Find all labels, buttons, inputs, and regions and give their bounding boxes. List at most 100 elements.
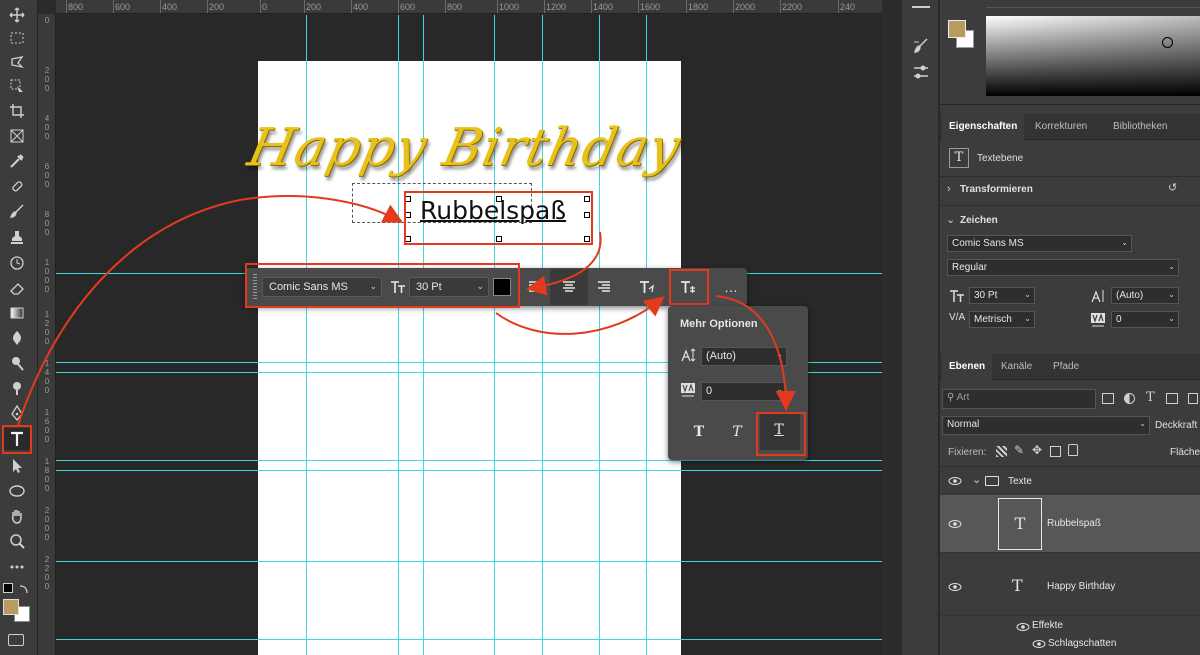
crop-tool-icon[interactable] <box>4 100 30 122</box>
stamp-tool-icon[interactable] <box>4 226 30 248</box>
ruler-label: 1 6 0 0 <box>44 408 50 444</box>
properties-font-size-select[interactable]: 30 Pt ⌄ <box>969 287 1035 304</box>
text-warp-icon[interactable] <box>635 276 659 298</box>
eye-icon[interactable] <box>948 476 962 486</box>
picker-cursor[interactable] <box>1162 37 1173 48</box>
font-size-value: 30 Pt <box>974 290 998 301</box>
faux-italic-icon[interactable]: T <box>726 424 748 444</box>
chevron-down-icon: ⌄ <box>1024 290 1031 299</box>
healing-brush-tool-icon[interactable] <box>4 175 30 197</box>
layer-row-selected[interactable]: T Rubbelspaß <box>940 495 1200 553</box>
vertical-ruler: 0 2 0 0 4 0 0 6 0 0 8 0 0 1 0 0 0 1 2 0 … <box>38 14 56 655</box>
layer-row-group[interactable]: ⌄ Texte <box>940 466 1200 494</box>
faux-bold-icon[interactable]: T <box>688 424 710 444</box>
drop-shadow-label[interactable]: Schlagschatten <box>1048 638 1116 649</box>
blend-mode-select[interactable]: Normal ⌄ <box>942 416 1150 435</box>
color-picker-field[interactable] <box>986 16 1200 96</box>
filter-smart-icon[interactable] <box>1188 393 1198 404</box>
ellipse-tool-icon[interactable] <box>4 480 30 502</box>
tracking-select[interactable]: 0 ⌄ <box>701 382 787 401</box>
guide-line <box>56 460 882 461</box>
brush-panel-icon[interactable] <box>911 36 931 56</box>
history-panel-icon[interactable] <box>912 0 930 8</box>
kerning-select[interactable]: Metrisch ⌄ <box>969 311 1035 328</box>
eyedropper-tool-icon[interactable] <box>4 150 30 172</box>
path-select-tool-icon[interactable] <box>4 455 30 477</box>
align-left-icon[interactable] <box>523 276 547 298</box>
brush-tool-icon[interactable] <box>4 200 30 222</box>
zoom-tool-icon[interactable] <box>4 530 30 552</box>
leading-value: (Auto) <box>706 350 736 362</box>
pen-tool-icon[interactable] <box>4 402 30 424</box>
marquee-tool-icon[interactable] <box>4 27 30 49</box>
filter-text-icon[interactable]: T <box>1146 390 1155 405</box>
properties-font-family-select[interactable]: Comic Sans MS ⌄ <box>947 235 1132 252</box>
lock-all-icon[interactable] <box>1068 444 1078 456</box>
tab-korrekturen[interactable]: Korrekturen <box>1028 114 1094 140</box>
lock-pixels-icon[interactable] <box>996 446 1007 457</box>
layer-filter-select[interactable]: ⚲ Art <box>942 389 1096 409</box>
properties-leading-select[interactable]: (Auto) ⌄ <box>1111 287 1179 304</box>
layer-row[interactable]: T Happy Birthday <box>940 554 1200 616</box>
tab-kanaele[interactable]: Kanäle <box>994 354 1039 380</box>
frame-tool-icon[interactable] <box>4 125 30 147</box>
chevron-down-icon[interactable]: ⌄ <box>972 473 981 486</box>
more-tools-icon[interactable] <box>4 556 30 578</box>
lock-artboard-icon[interactable] <box>1050 446 1061 457</box>
foreground-color-swatch[interactable] <box>3 599 19 615</box>
opacity-label: Deckkraft <box>1155 420 1198 431</box>
dodge-tool-icon[interactable] <box>4 352 30 374</box>
font-style-select[interactable]: Regular ⌄ <box>947 259 1179 276</box>
tab-pfade[interactable]: Pfade <box>1046 354 1086 380</box>
adjustments-panel-icon[interactable] <box>911 62 931 82</box>
eraser-tool-icon[interactable] <box>4 277 30 299</box>
gradient-tool-icon[interactable] <box>4 302 30 324</box>
font-size-icon <box>949 288 965 304</box>
happy-birthday-text-layer[interactable]: Happy Birthday <box>241 118 686 188</box>
filter-image-icon[interactable] <box>1102 393 1114 404</box>
panel-icon-column <box>901 0 939 655</box>
foreground-color-chip[interactable] <box>948 20 966 38</box>
lock-brush-icon[interactable]: ✎ <box>1014 443 1024 457</box>
properties-tracking-select[interactable]: 0 ⌄ <box>1111 311 1179 328</box>
type-tool-highlight <box>2 425 32 454</box>
eye-icon[interactable] <box>1032 639 1046 649</box>
font-family-value: Comic Sans MS <box>952 238 1024 249</box>
object-select-tool-icon[interactable] <box>4 75 30 97</box>
burn-tool-icon[interactable] <box>4 377 30 399</box>
eye-icon[interactable] <box>948 519 962 529</box>
smudge-tool-icon[interactable] <box>4 327 30 349</box>
transform-label: Transformieren <box>960 184 1033 195</box>
default-colors-icon[interactable] <box>3 583 13 593</box>
tracking-icon <box>680 382 696 398</box>
hand-tool-icon[interactable] <box>4 505 30 527</box>
lasso-tool-icon[interactable] <box>4 51 30 73</box>
eye-icon[interactable] <box>1016 622 1030 632</box>
ruler-label: 1800 <box>688 2 709 12</box>
tracking-icon <box>1090 312 1106 328</box>
leading-value: (Auto) <box>1116 290 1144 301</box>
quick-mask-icon[interactable] <box>8 634 24 646</box>
blend-mode-value: Normal <box>947 419 980 430</box>
transform-section[interactable]: › Transformieren ↺ <box>940 176 1200 200</box>
reset-icon[interactable]: ↺ <box>1168 181 1177 194</box>
align-center-icon[interactable] <box>557 276 581 298</box>
swap-colors-icon[interactable] <box>18 582 30 594</box>
color-panel-top-bar <box>986 0 1200 8</box>
chevron-down-icon: ⌄ <box>776 350 783 359</box>
tab-ebenen[interactable]: Ebenen <box>942 354 993 380</box>
filter-adjustment-icon[interactable] <box>1124 393 1135 404</box>
eye-icon[interactable] <box>948 582 962 592</box>
leading-select[interactable]: (Auto) ⌄ <box>701 347 787 366</box>
ruler-label: 0 <box>262 2 268 12</box>
chevron-down-icon[interactable]: ⌄ <box>946 213 955 226</box>
history-brush-tool-icon[interactable] <box>4 252 30 274</box>
ellipsis-icon[interactable]: … <box>719 276 743 298</box>
tab-bibliotheken[interactable]: Bibliotheken <box>1106 114 1174 140</box>
move-tool-icon[interactable] <box>4 4 30 26</box>
ruler-label: 2 0 0 0 <box>44 506 50 542</box>
tab-eigenschaften[interactable]: Eigenschaften <box>942 114 1025 140</box>
filter-shape-icon[interactable] <box>1166 393 1178 404</box>
lock-position-icon[interactable]: ✥ <box>1032 443 1042 457</box>
align-right-icon[interactable] <box>592 276 616 298</box>
